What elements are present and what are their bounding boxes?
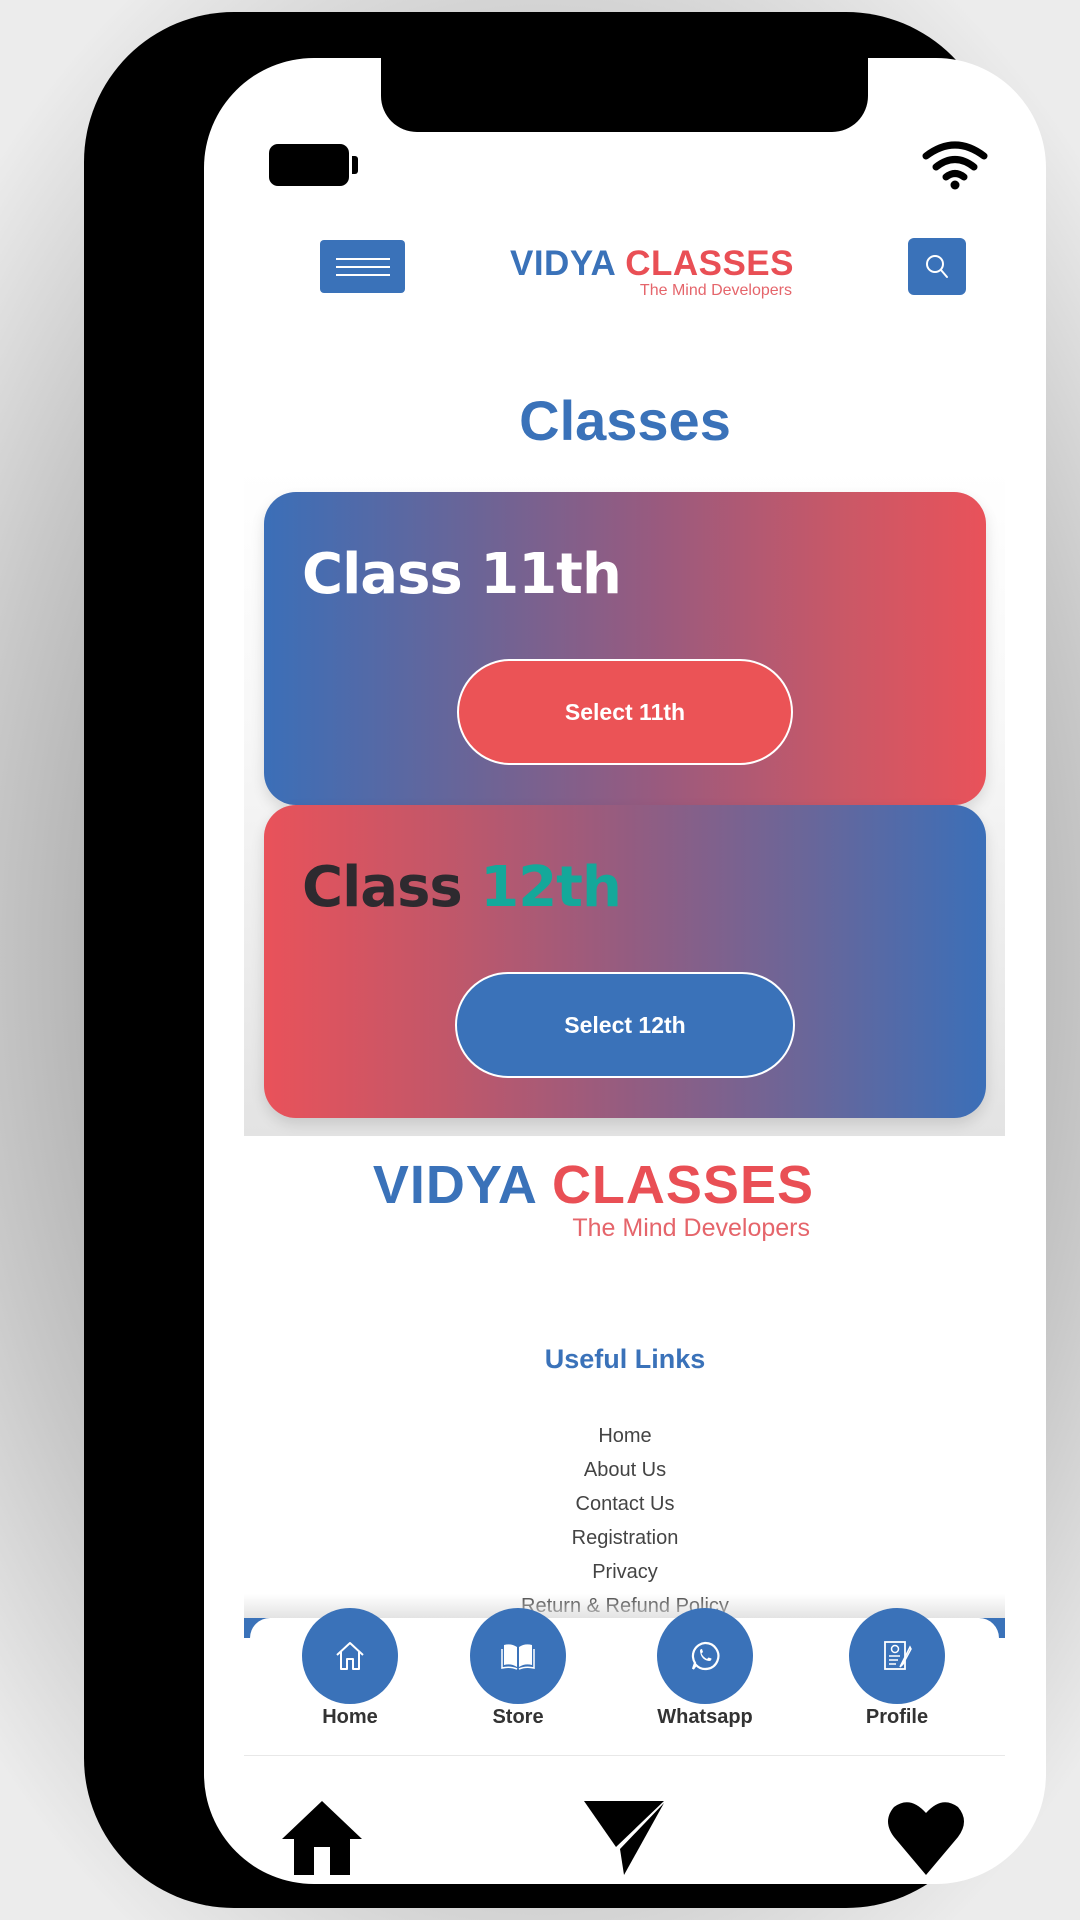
wifi-icon — [922, 141, 988, 190]
app-header: VIDYA CLASSES The Mind Developers — [204, 238, 1046, 308]
heart-icon — [888, 1802, 964, 1875]
phone-screen: VIDYA CLASSES The Mind Developers Classe… — [204, 58, 1046, 1884]
whatsapp-icon — [691, 1641, 720, 1671]
logo-text-classes: CLASSES — [551, 1155, 814, 1215]
select-12th-button[interactable]: Select 12th — [455, 972, 795, 1078]
useful-links-heading: Useful Links — [544, 1344, 706, 1374]
notch — [381, 58, 868, 132]
logo-text-classes: CLASSES — [625, 244, 794, 283]
useful-links-list: Home About Us Contact Us Registration Pr… — [204, 1419, 1046, 1623]
footer-logo: VIDYA CLASSES The Mind Developers — [354, 1156, 814, 1242]
header-logo[interactable]: VIDYA CLASSES The Mind Developers — [494, 246, 794, 300]
nav-item-store[interactable]: Store — [468, 1608, 568, 1729]
phone-frame: VIDYA CLASSES The Mind Developers Classe… — [84, 12, 1046, 1908]
menu-button[interactable] — [320, 240, 405, 293]
home-icon — [282, 1801, 362, 1875]
link-about-us[interactable]: About Us — [204, 1453, 1046, 1487]
classes-panel: Class 11th Select 11th Class 12th Select… — [244, 468, 1005, 1136]
logo-text-vidya: VIDYA — [509, 244, 615, 283]
hamburger-menu-icon — [335, 257, 390, 260]
class-card-11th: Class 11th Select 11th — [264, 492, 986, 805]
logo-tagline: The Mind Developers — [572, 1214, 810, 1242]
select-11th-button[interactable]: Select 11th — [457, 659, 793, 765]
nav-item-home[interactable]: Home — [300, 1608, 400, 1729]
tab-bar — [204, 1758, 1046, 1884]
nav-item-profile[interactable]: Profile — [847, 1608, 947, 1729]
send-icon — [584, 1801, 664, 1875]
search-icon — [926, 254, 948, 278]
logo-tagline: The Mind Developers — [639, 282, 792, 299]
page-title: Classes — [519, 389, 731, 452]
bottom-nav: Home Store Whatsapp Profile — [244, 1594, 1005, 1756]
tab-send[interactable] — [583, 1798, 667, 1878]
profile-form-icon — [884, 1641, 912, 1670]
book-icon — [501, 1644, 535, 1670]
link-home[interactable]: Home — [204, 1419, 1046, 1453]
link-registration[interactable]: Registration — [204, 1521, 1046, 1555]
tab-favorites[interactable] — [884, 1798, 968, 1878]
class-card-title: Class 12th — [302, 855, 622, 920]
class-card-12th: Class 12th Select 12th — [264, 805, 986, 1118]
logo-text-vidya: VIDYA — [372, 1155, 536, 1215]
link-contact-us[interactable]: Contact Us — [204, 1487, 1046, 1521]
search-button[interactable] — [908, 238, 966, 295]
battery-icon — [269, 144, 358, 186]
class-card-title: Class 11th — [302, 542, 622, 607]
nav-item-whatsapp[interactable]: Whatsapp — [655, 1608, 755, 1729]
link-privacy[interactable]: Privacy — [204, 1555, 1046, 1589]
tab-home[interactable] — [280, 1798, 364, 1878]
home-outline-icon — [336, 1642, 364, 1670]
divider — [244, 1755, 1005, 1756]
